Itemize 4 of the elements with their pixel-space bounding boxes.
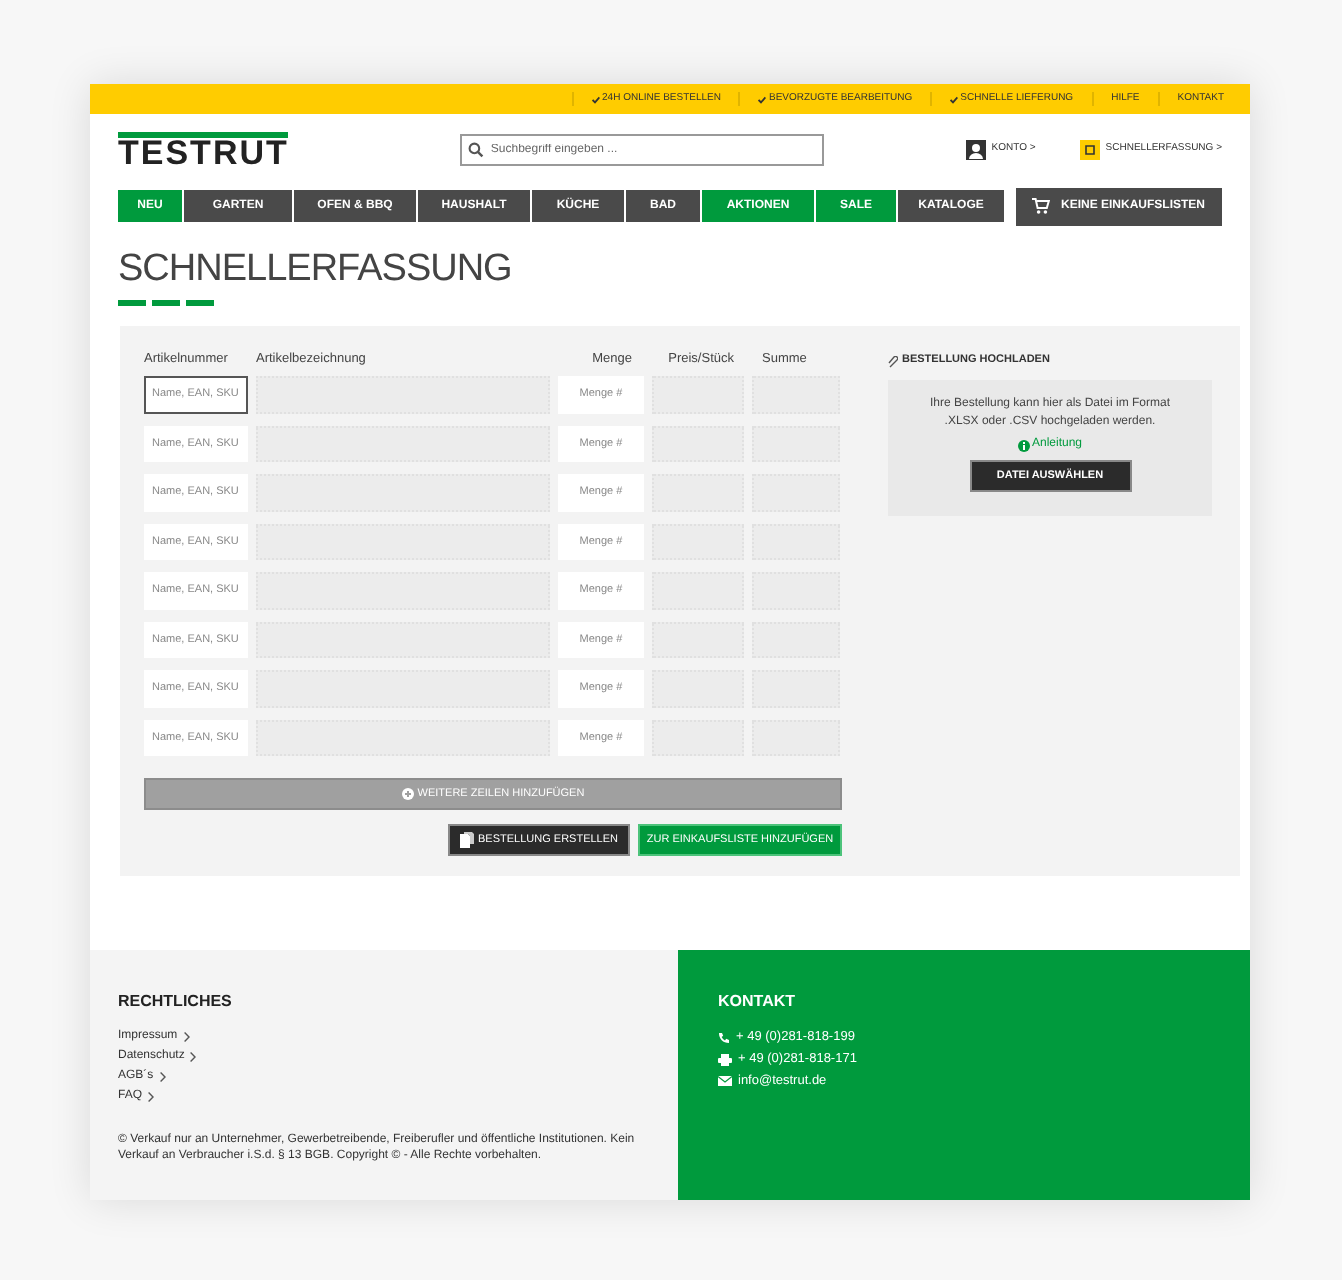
footer-heading: KONTAKT xyxy=(718,990,798,1014)
page-title: SCHNELLERFASSUNG xyxy=(118,248,514,292)
footer-heading: RECHTLICHES xyxy=(118,990,234,1014)
logo[interactable]: TESTRUT xyxy=(118,132,289,168)
